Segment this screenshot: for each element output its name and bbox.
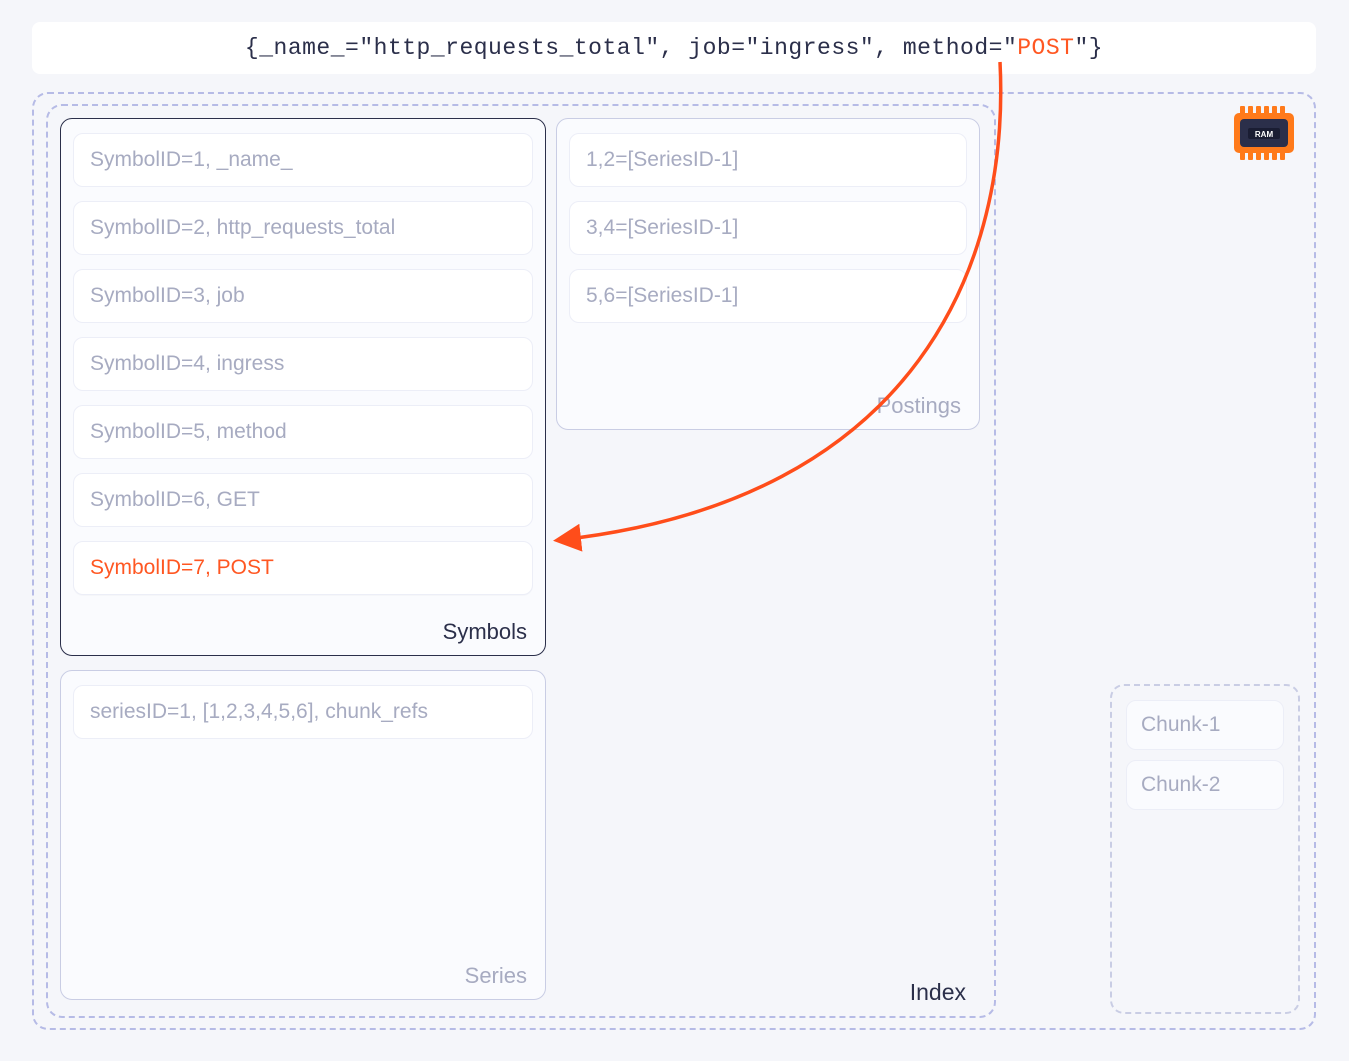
symbol-row: SymbolID=6, GET: [73, 473, 533, 527]
index-label: Index: [910, 979, 966, 1006]
series-label: Series: [465, 963, 527, 989]
postings-panel: 1,2=[SeriesID-1] 3,4=[SeriesID-1] 5,6=[S…: [556, 118, 980, 430]
query-bar: {_name_="http_requests_total", job="ingr…: [32, 22, 1316, 74]
posting-row: 1,2=[SeriesID-1]: [569, 133, 967, 187]
symbol-row: SymbolID=4, ingress: [73, 337, 533, 391]
outer-container: RAM Index SymbolID=1, _name_ SymbolID=2,…: [32, 92, 1316, 1030]
symbol-row: SymbolID=5, method: [73, 405, 533, 459]
symbols-panel: SymbolID=1, _name_ SymbolID=2, http_requ…: [60, 118, 546, 656]
chunk-item: Chunk-2: [1126, 760, 1284, 810]
chunk-item: Chunk-1: [1126, 700, 1284, 750]
symbol-row: SymbolID=3, job: [73, 269, 533, 323]
query-prefix: {_name_="http_requests_total", job="ingr…: [245, 35, 1017, 61]
symbols-list: SymbolID=1, _name_ SymbolID=2, http_requ…: [73, 133, 533, 595]
query-suffix: "}: [1074, 35, 1103, 61]
posting-row: 3,4=[SeriesID-1]: [569, 201, 967, 255]
svg-text:RAM: RAM: [1255, 130, 1274, 139]
postings-list: 1,2=[SeriesID-1] 3,4=[SeriesID-1] 5,6=[S…: [569, 133, 967, 323]
chunks-container: Chunk-1 Chunk-2: [1110, 684, 1300, 1014]
series-row: seriesID=1, [1,2,3,4,5,6], chunk_refs: [73, 685, 533, 739]
symbols-label: Symbols: [443, 619, 527, 645]
posting-row: 5,6=[SeriesID-1]: [569, 269, 967, 323]
series-list: seriesID=1, [1,2,3,4,5,6], chunk_refs: [73, 685, 533, 739]
diagram-canvas: {_name_="http_requests_total", job="ingr…: [0, 0, 1349, 1061]
ram-icon: RAM: [1232, 106, 1296, 160]
postings-label: Postings: [877, 393, 961, 419]
symbol-row-highlight: SymbolID=7, POST: [73, 541, 533, 595]
index-container: Index SymbolID=1, _name_ SymbolID=2, htt…: [46, 104, 996, 1018]
symbol-row: SymbolID=1, _name_: [73, 133, 533, 187]
series-panel: seriesID=1, [1,2,3,4,5,6], chunk_refs Se…: [60, 670, 546, 1000]
symbol-row: SymbolID=2, http_requests_total: [73, 201, 533, 255]
query-highlight: POST: [1017, 35, 1074, 61]
